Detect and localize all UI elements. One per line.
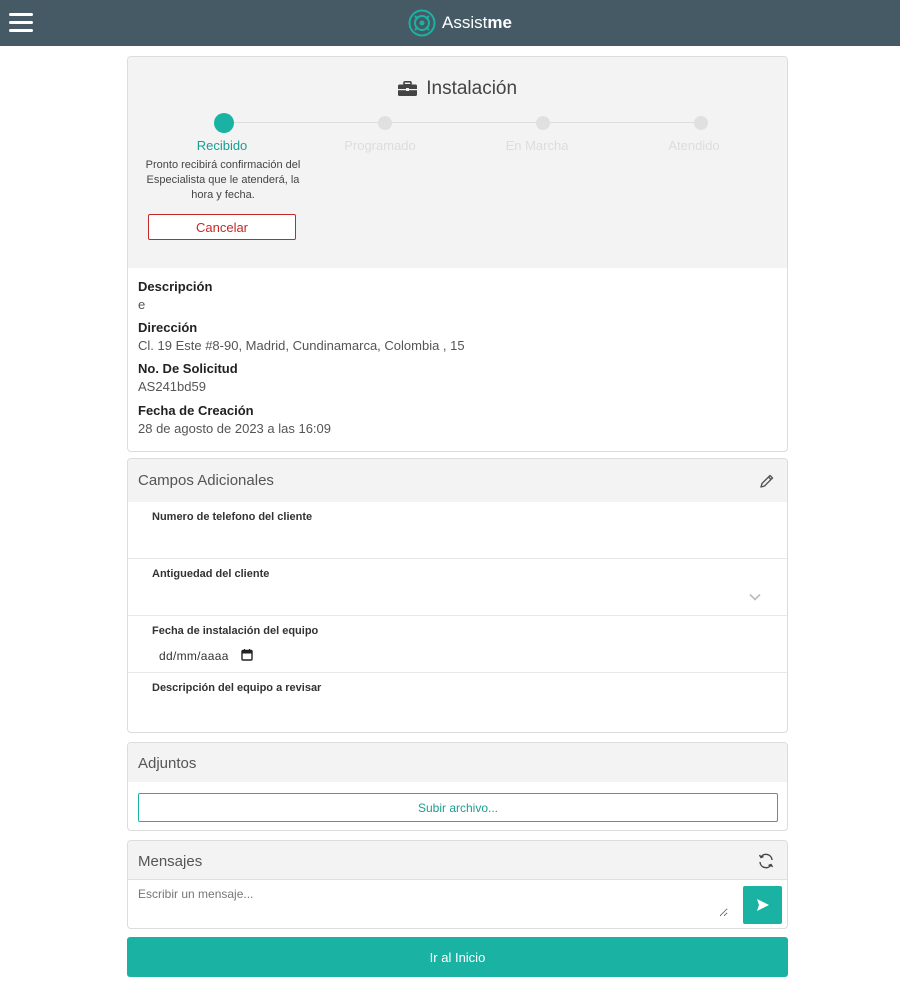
request-card: Instalación Recibido Programado En March…	[127, 56, 788, 452]
hamburger-menu-icon[interactable]	[9, 13, 33, 33]
request-title: Instalación	[128, 78, 787, 100]
field-value: e	[138, 297, 146, 312]
installation-date-row: Fecha de instalación del equipo dd/mm/aa…	[128, 616, 787, 673]
step-label-recibido: Recibido	[196, 138, 248, 153]
step-label-atendido: Atendido	[668, 138, 720, 153]
address-field: Dirección Cl. 19 Este #8-90, Madrid, Cun…	[138, 320, 465, 353]
send-icon	[757, 899, 769, 911]
upload-file-button[interactable]: Subir archivo...	[138, 793, 778, 822]
request-number-field: No. De Solicitud AS241bd59	[138, 361, 238, 394]
additional-fields-card: Campos Adicionales Numero de telefono de…	[127, 458, 788, 733]
client-seniority-select[interactable]	[152, 585, 772, 609]
equipment-description-row: Descripción del equipo a revisar	[128, 673, 787, 730]
field-value: AS241bd59	[138, 379, 206, 394]
phone-number-row: Numero de telefono del cliente	[128, 502, 787, 559]
description-field: Descripción e	[138, 279, 212, 312]
step-dot-en-marcha	[536, 116, 550, 130]
step-dot-atendido	[694, 116, 708, 130]
client-seniority-row: Antiguedad del cliente	[128, 559, 787, 616]
go-home-button[interactable]: Ir al Inicio	[127, 937, 788, 977]
field-label: Fecha de Creación	[138, 403, 254, 418]
phone-number-label: Numero de telefono del cliente	[152, 511, 313, 523]
phone-number-input[interactable]	[152, 528, 772, 552]
messages-card: Mensajes	[127, 840, 788, 929]
attachments-title: Adjuntos	[138, 755, 197, 772]
calendar-icon[interactable]	[241, 649, 253, 661]
field-label: No. De Solicitud	[138, 361, 238, 376]
equipment-description-input[interactable]	[152, 699, 772, 723]
step-dot-programado	[378, 116, 392, 130]
additional-fields-title: Campos Adicionales	[138, 472, 274, 489]
cancel-button[interactable]: Cancelar	[148, 214, 296, 240]
attachments-header: Adjuntos	[128, 743, 787, 782]
attachments-card: Adjuntos Subir archivo...	[127, 742, 788, 831]
brand-name: Assistme	[442, 13, 512, 32]
top-bar: Assistme	[0, 0, 900, 46]
creation-date-field: Fecha de Creación 28 de agosto de 2023 a…	[138, 403, 331, 436]
field-value: Cl. 19 Este #8-90, Madrid, Cundinamarca,…	[138, 338, 465, 353]
installation-date-input[interactable]: dd/mm/aaaa	[159, 649, 229, 663]
chevron-down-icon[interactable]	[749, 593, 761, 601]
field-label: Dirección	[138, 320, 198, 335]
messages-header: Mensajes	[128, 841, 787, 880]
step-dot-recibido	[214, 113, 234, 133]
additional-fields-header: Campos Adicionales	[128, 459, 787, 502]
installation-date-label: Fecha de instalación del equipo	[152, 625, 319, 637]
client-seniority-label: Antiguedad del cliente	[152, 568, 270, 580]
field-label: Descripción	[138, 279, 213, 294]
brand[interactable]: Assistme	[408, 8, 512, 38]
message-input[interactable]	[138, 887, 728, 917]
refresh-icon[interactable]	[757, 852, 775, 870]
step-label-en-marcha: En Marcha	[505, 138, 569, 153]
pencil-icon[interactable]	[759, 473, 775, 489]
equipment-description-label: Descripción del equipo a revisar	[152, 682, 322, 694]
briefcase-icon	[397, 81, 417, 96]
send-message-button[interactable]	[743, 886, 782, 924]
progress-track	[224, 122, 701, 123]
request-status-panel: Instalación Recibido Programado En March…	[128, 57, 787, 268]
step-label-programado: Programado	[344, 138, 416, 153]
step-description: Pronto recibirá confirmación del Especia…	[145, 159, 301, 201]
assistme-logo-icon	[408, 9, 436, 37]
messages-title: Mensajes	[138, 853, 203, 870]
field-value: 28 de agosto de 2023 a las 16:09	[138, 421, 331, 436]
